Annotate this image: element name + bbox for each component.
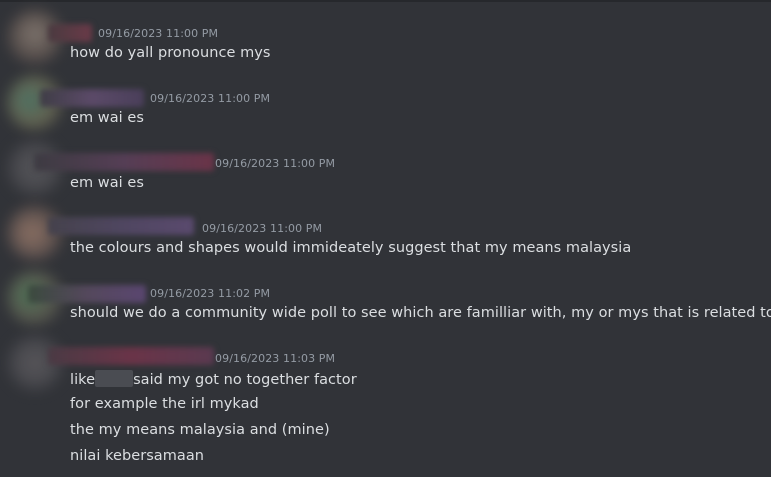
message-text-part: like bbox=[70, 372, 96, 388]
message-text: the colours and shapes would immideately… bbox=[70, 240, 632, 256]
message-text-part: said my got no together factor bbox=[133, 372, 357, 388]
message-text: em wai es bbox=[70, 175, 144, 191]
message-text: for example the irl mykad bbox=[70, 396, 259, 412]
message-timestamp: 09/16/2023 11:00 PM bbox=[215, 157, 336, 170]
message-text: the my means malaysia and (mine) bbox=[70, 422, 330, 438]
message-text: em wai es bbox=[70, 110, 144, 126]
message-timestamp: 09/16/2023 11:00 PM bbox=[98, 27, 219, 40]
username[interactable] bbox=[34, 153, 214, 171]
username[interactable] bbox=[40, 89, 144, 107]
redacted-mention bbox=[95, 370, 134, 387]
message-timestamp: 09/16/2023 11:00 PM bbox=[150, 92, 271, 105]
username[interactable] bbox=[48, 24, 92, 42]
message-list[interactable]: 09/16/2023 11:00 PM how do yall pronounc… bbox=[0, 0, 771, 477]
message-timestamp: 09/16/2023 11:03 PM bbox=[215, 352, 336, 365]
message-text: like said my got no together factor bbox=[70, 370, 357, 388]
message-timestamp: 09/16/2023 11:00 PM bbox=[202, 222, 323, 235]
username[interactable] bbox=[28, 285, 146, 303]
message-text: should we do a community wide poll to se… bbox=[70, 305, 771, 321]
username[interactable] bbox=[48, 217, 194, 235]
message-timestamp: 09/16/2023 11:02 PM bbox=[150, 287, 271, 300]
message-text: how do yall pronounce mys bbox=[70, 45, 271, 61]
username[interactable] bbox=[48, 347, 214, 365]
message-text: nilai kebersamaan bbox=[70, 448, 205, 464]
